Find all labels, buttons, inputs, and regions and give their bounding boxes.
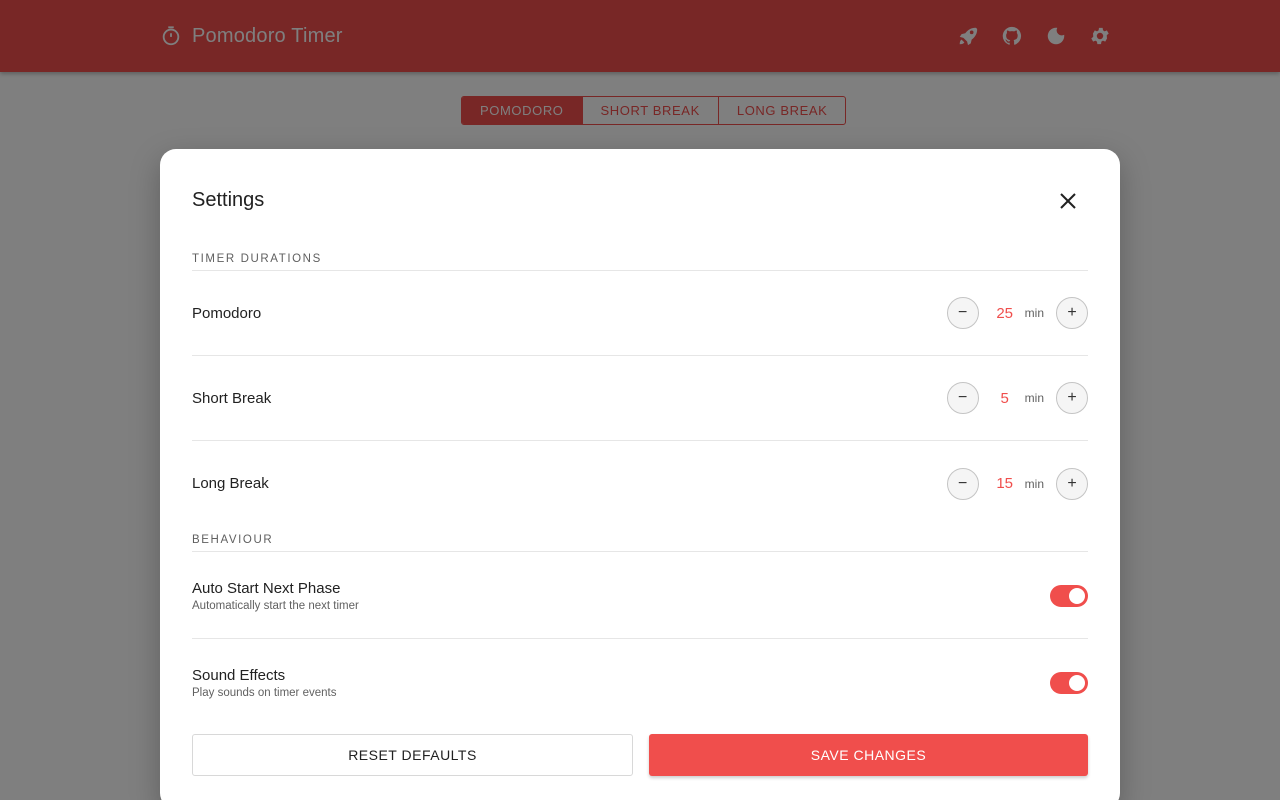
- auto-start-title: Auto Start Next Phase: [192, 579, 341, 597]
- section-behaviour: BEHAVIOUR: [192, 534, 1088, 552]
- pomodoro-value: 25: [996, 304, 1013, 322]
- reset-defaults-button[interactable]: RESET DEFAULTS: [192, 734, 633, 776]
- duration-row-pomodoro: Pomodoro − 25 min +: [192, 271, 1088, 356]
- duration-row-short-break: Short Break − 5 min +: [192, 356, 1088, 441]
- auto-start-text: Auto Start Next Phase Automatically star…: [192, 580, 359, 612]
- auto-start-description: Automatically start the next timer: [192, 599, 359, 612]
- sound-effects-title: Sound Effects: [192, 667, 286, 684]
- sound-effects-text: Sound Effects Play sounds on timer event…: [192, 667, 336, 699]
- toggle-knob: [1069, 587, 1085, 604]
- pomodoro-stepper: − 25 min +: [946, 297, 1088, 329]
- duration-label: Long Break: [192, 475, 269, 492]
- long-break-unit: min: [1024, 476, 1044, 491]
- long-break-stepper: − 15 min +: [946, 467, 1088, 500]
- duration-row-long-break: Long Break − 15 min +: [192, 441, 1088, 526]
- long-break-decrement-button[interactable]: −: [946, 467, 979, 500]
- sound-effects-toggle[interactable]: [1050, 672, 1088, 694]
- duration-label: Short Break: [192, 389, 272, 407]
- duration-label: Pomodoro: [192, 304, 262, 322]
- sound-effects-description: Play sounds on timer events: [192, 687, 337, 699]
- pomodoro-decrement-button[interactable]: −: [946, 297, 979, 329]
- behaviour-row-auto-start: Auto Start Next Phase Automatically star…: [192, 553, 1088, 639]
- save-changes-button[interactable]: SAVE CHANGES: [649, 734, 1088, 776]
- behaviour-row-sound-effects: Sound Effects Play sounds on timer event…: [192, 640, 1088, 726]
- settings-dialog: Settings TIMER DURATIONS Pomodoro − 25 m…: [160, 149, 1120, 800]
- dialog-title: Settings: [192, 189, 265, 211]
- long-break-value: 15: [996, 475, 1013, 492]
- auto-start-toggle[interactable]: [1050, 584, 1088, 607]
- short-break-increment-button[interactable]: +: [1056, 382, 1088, 414]
- pomodoro-unit: min: [1024, 306, 1044, 320]
- short-break-decrement-button[interactable]: −: [946, 382, 979, 414]
- dialog-actions: RESET DEFAULTS SAVE CHANGES: [192, 734, 1088, 776]
- toggle-knob: [1069, 675, 1085, 691]
- pomodoro-increment-button[interactable]: +: [1056, 297, 1088, 329]
- close-icon: [1060, 193, 1076, 209]
- short-break-unit: min: [1024, 391, 1044, 405]
- section-timer-durations: TIMER DURATIONS: [192, 253, 1088, 271]
- short-break-value: 5: [1000, 389, 1009, 407]
- long-break-increment-button[interactable]: +: [1056, 467, 1088, 500]
- close-button[interactable]: [1056, 189, 1080, 213]
- short-break-stepper: − 5 min +: [946, 382, 1088, 414]
